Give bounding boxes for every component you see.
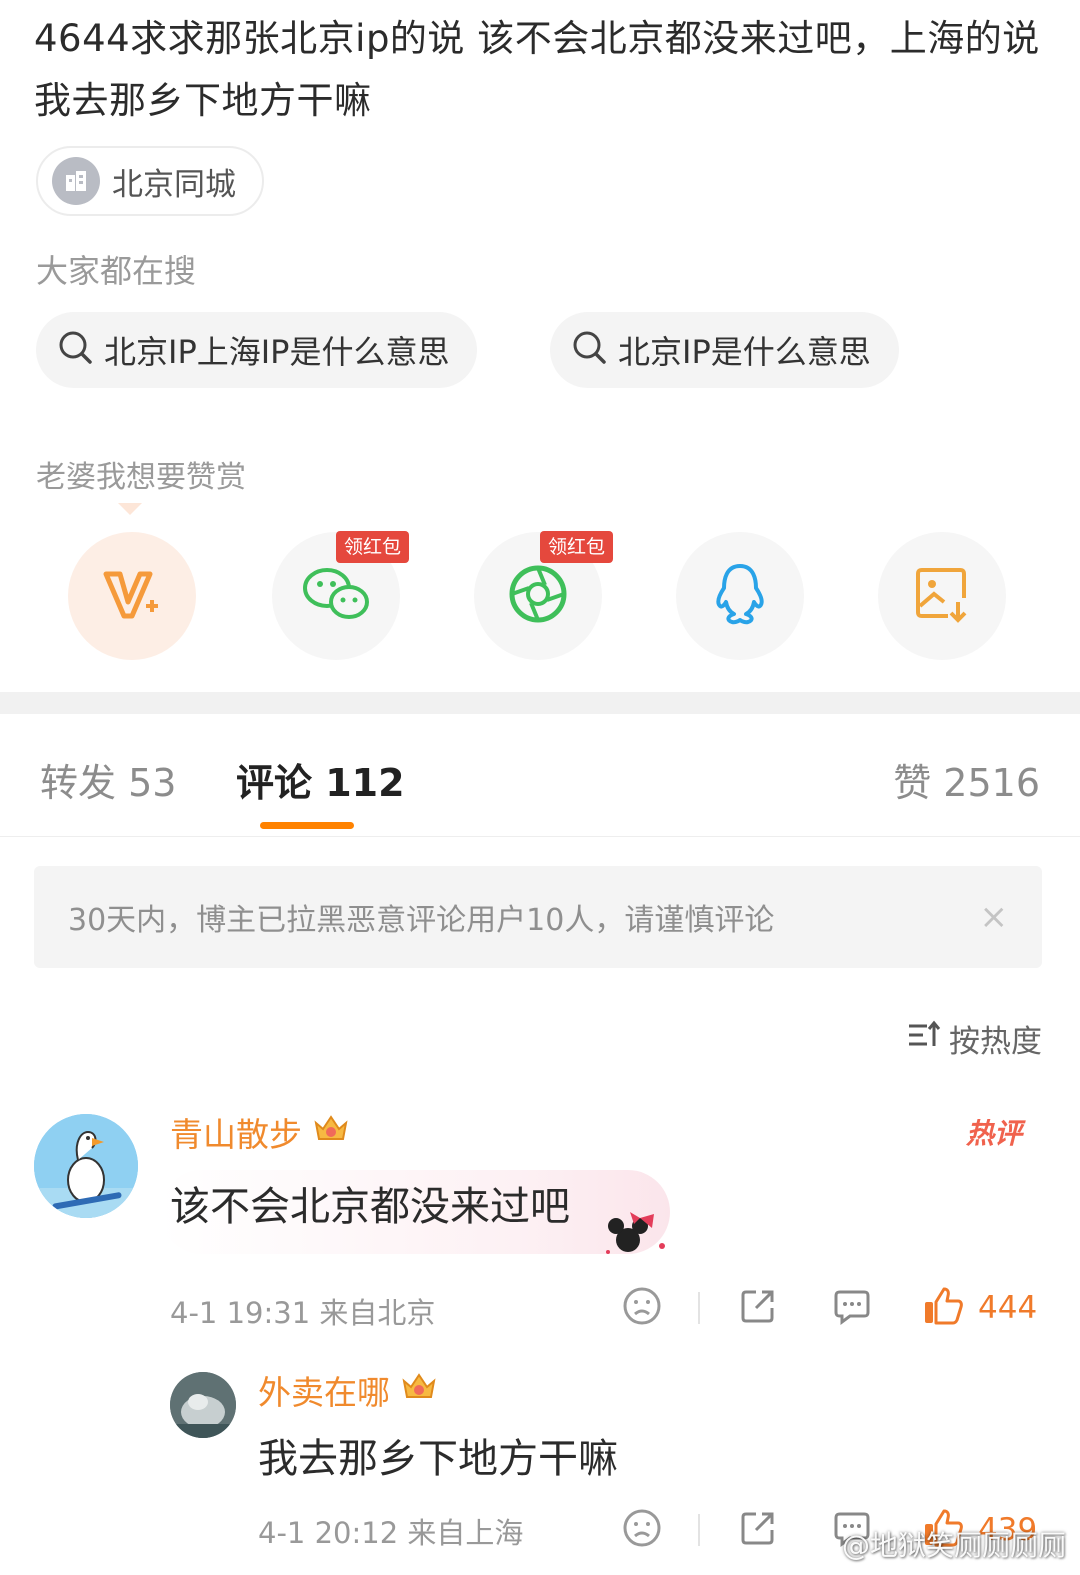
hot-comment-tag: 热评: [966, 1117, 1023, 1150]
wechat-icon: [301, 564, 371, 628]
search-suggestion-label: 北京IP上海IP是什么意思: [104, 333, 450, 371]
action-divider: [698, 1514, 700, 1546]
search-suggestion-label: 北京IP是什么意思: [618, 333, 871, 371]
active-tab-indicator: [260, 822, 354, 829]
share-button[interactable]: [736, 1508, 780, 1552]
save-image-button[interactable]: [878, 532, 1006, 660]
section-divider: [0, 692, 1080, 714]
watermark: @地狱笑厕厕厕厕: [802, 1524, 1066, 1564]
post-text: 4644求求那张北京ip的说 该不会北京都没来过吧，上海的说 我去那乡下地方干嘛: [34, 17, 1040, 122]
search-section-title: 大家都在搜: [36, 252, 197, 290]
tab-comment[interactable]: 评论 112: [236, 752, 405, 807]
sort-icon: [907, 1020, 941, 1058]
topic-chip[interactable]: 北京同城: [36, 146, 264, 216]
search-suggestion[interactable]: 北京IP上海IP是什么意思: [36, 312, 478, 388]
crown-badge-icon: [312, 1109, 350, 1155]
sort-button[interactable]: 按热度: [907, 1016, 1042, 1061]
building-icon: [52, 157, 100, 205]
thumbs-up-icon: [922, 1286, 964, 1330]
like-button[interactable]: 444: [922, 1286, 1037, 1330]
avatar[interactable]: [34, 1114, 138, 1218]
vip-plus-icon: [100, 564, 164, 628]
comment-username[interactable]: 青山散步: [170, 1108, 350, 1156]
tab-repost[interactable]: 转发 53: [40, 752, 176, 807]
reply-button[interactable]: [830, 1286, 874, 1330]
crown-badge-icon: [400, 1367, 438, 1413]
save-image-icon: [912, 564, 972, 628]
topic-label: 北京同城: [112, 166, 236, 203]
comment-meta: 4-1 19:31 来自北京: [170, 1296, 436, 1330]
tab-like[interactable]: 赞 2516: [893, 752, 1040, 807]
close-icon[interactable]: ×: [980, 897, 1009, 937]
username-text: 青山散步: [170, 1115, 302, 1154]
red-packet-badge: 领红包: [336, 531, 410, 563]
weibo-logo-icon: [802, 1527, 836, 1562]
action-divider: [698, 1292, 700, 1324]
reward-title: 老婆我想要赞赏: [36, 460, 246, 495]
minnie-decoration-icon: [600, 1212, 680, 1266]
reward-pointer: [118, 503, 142, 515]
comment-text: 我去那乡下地方干嘛: [258, 1436, 618, 1482]
username-text: 外卖在哪: [258, 1373, 390, 1412]
comment-meta: 4-1 20:12 来自上海: [258, 1516, 524, 1550]
avatar[interactable]: [170, 1372, 236, 1438]
qq-icon: [712, 562, 768, 630]
comment-text: 该不会北京都没来过吧: [170, 1184, 570, 1230]
moments-icon: [507, 563, 569, 629]
like-count: 444: [978, 1290, 1038, 1326]
share-qq-button[interactable]: [676, 532, 804, 660]
sad-face-icon: [622, 1508, 662, 1552]
share-button[interactable]: [736, 1286, 780, 1330]
sort-label: 按热度: [949, 1024, 1042, 1060]
blocked-users-notice: 30天内，博主已拉黑恶意评论用户10人，请谨慎评论 ×: [34, 866, 1042, 968]
search-suggestion[interactable]: 北京IP是什么意思: [550, 312, 899, 388]
share-vip-button[interactable]: [68, 532, 196, 660]
search-icon: [56, 328, 96, 372]
red-packet-badge: 领红包: [540, 531, 614, 563]
watermark-text: @地狱笑厕厕厕厕: [841, 1529, 1066, 1562]
comment-icon: [832, 1286, 872, 1330]
comment-username[interactable]: 外卖在哪: [258, 1366, 438, 1414]
share-icon: [738, 1286, 778, 1330]
sad-face-icon: [622, 1286, 662, 1330]
search-icon: [570, 328, 610, 372]
dislike-button[interactable]: [620, 1508, 664, 1552]
dislike-button[interactable]: [620, 1286, 664, 1330]
notice-text: 30天内，博主已拉黑恶意评论用户10人，请谨慎评论: [68, 903, 775, 938]
tab-divider: [0, 836, 1080, 837]
share-icon: [738, 1508, 778, 1552]
